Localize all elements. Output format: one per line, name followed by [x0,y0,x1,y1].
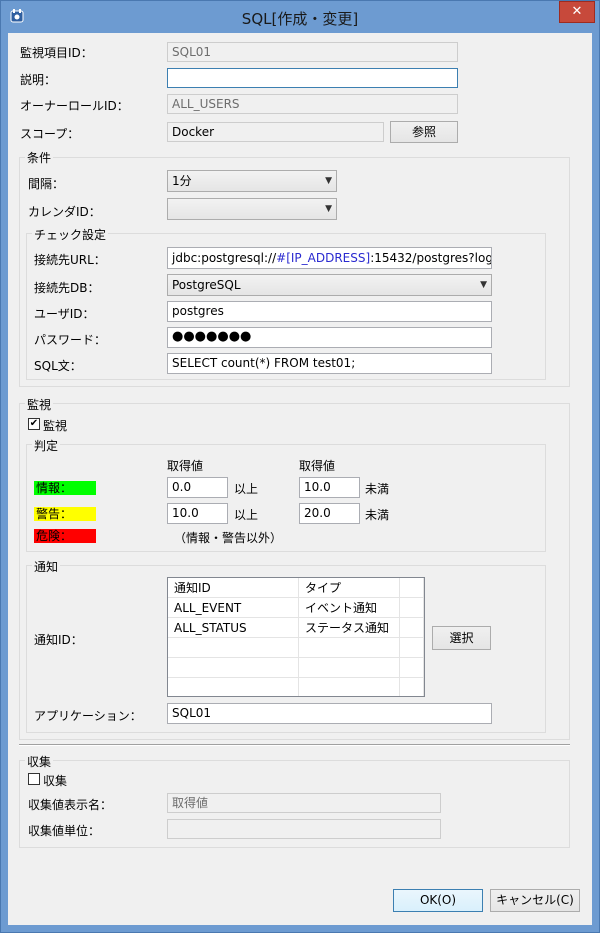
monitor-id-label: 監視項目ID： [20,46,93,60]
collect-display-field: 取得値 [167,793,441,813]
critical-note: （情報・警告以外） [174,531,283,545]
user-label: ユーザID： [34,307,95,321]
application-field[interactable]: SQL01 [167,703,492,724]
collect-checkbox[interactable] [28,773,40,785]
collect-checkbox-label: 収集 [43,774,68,788]
db-value: PostgreSQL [172,278,241,292]
window-title: SQL[作成・変更] [241,10,359,28]
monitor-id-field: SQL01 [167,42,458,62]
user-field[interactable]: postgres [167,301,492,322]
column-header-filler [399,578,424,598]
warn-to-field[interactable]: 20.0 [299,503,360,524]
collect-unit-label: 収集値単位： [28,824,101,838]
calendar-label: カレンダID： [28,205,101,219]
warn-from-field[interactable]: 10.0 [167,503,228,524]
interval-select[interactable]: 1分 ▼ [167,170,337,192]
condition-title: 条件 [25,149,54,166]
table-row[interactable]: ALL_EVENT イベント通知 [168,597,424,618]
info-label: 情報： [34,481,96,495]
table-header-row: 通知ID タイプ [168,578,424,598]
info-above-label: 以上 [234,482,259,496]
scope-browse-button[interactable]: 参照 [390,121,458,143]
info-to-field[interactable]: 10.0 [299,477,360,498]
judge-title: 判定 [32,437,61,454]
monitor-checkbox-label: 監視 [43,419,68,433]
chevron-down-icon: ▼ [480,280,487,290]
title-bar[interactable]: SQL[作成・変更] ✕ [1,1,599,33]
notify-type-cell: イベント通知 [298,597,400,618]
info-below-label: 未満 [365,482,390,496]
calendar-select[interactable]: ▼ [167,198,337,220]
dialog-body: 監視項目ID： SQL01 説明： オーナーロールID： ALL_USERS ス… [8,33,592,925]
owner-role-field: ALL_USERS [167,94,458,114]
description-label: 説明： [20,73,57,87]
info-from-field[interactable]: 0.0 [167,477,228,498]
db-select[interactable]: PostgreSQL ▼ [167,274,492,296]
interval-label: 間隔： [28,177,65,191]
notify-type-cell: ステータス通知 [298,617,400,638]
column-header-notify-id[interactable]: 通知ID [168,578,299,598]
chevron-down-icon: ▼ [325,204,332,214]
check-icon: ✔ [29,418,39,429]
chevron-down-icon: ▼ [325,176,332,186]
warn-above-label: 以上 [234,508,259,522]
application-label: アプリケーション： [34,709,142,723]
notify-table-container[interactable]: 通知ID タイプ ALL_EVENT イベント通知 ALL_STATUS ステー… [167,577,425,697]
scope-field: Docker [167,122,384,142]
notify-table: 通知ID タイプ ALL_EVENT イベント通知 ALL_STATUS ステー… [168,578,424,696]
warn-label: 警告： [34,507,96,521]
check-settings-title: チェック設定 [32,226,109,243]
value-header-to: 取得値 [299,459,336,473]
judge-group [26,444,546,552]
divider [19,744,570,746]
password-field[interactable]: ●●●●●●● [167,327,492,348]
table-row-empty [168,637,424,658]
interval-value: 1分 [172,174,192,188]
url-address-variable: #[IP_ADDRESS] [276,251,371,265]
collect-title: 収集 [25,753,54,770]
notify-id-label: 通知ID： [34,633,83,647]
close-icon[interactable]: ✕ [559,1,595,23]
table-row[interactable]: ALL_STATUS ステータス通知 [168,617,424,638]
description-field[interactable] [167,68,458,88]
sql-label: SQL文： [34,359,82,373]
ok-button[interactable]: OK(O) [393,889,483,912]
url-prefix: jdbc:postgresql:// [172,251,277,265]
table-row-empty [168,677,424,696]
owner-role-label: オーナーロールID： [20,99,129,113]
cancel-button[interactable]: キャンセル(C) [490,889,580,912]
scope-label: スコープ： [20,127,80,141]
url-label: 接続先URL： [34,253,106,267]
table-row-empty [168,657,424,678]
monitor-title: 監視 [25,396,54,413]
critical-label: 危険： [34,529,96,543]
url-field[interactable]: jdbc:postgresql://#[IP_ADDRESS]:15432/po… [167,247,492,269]
collect-unit-field [167,819,441,839]
password-label: パスワード： [34,333,107,347]
notify-title: 通知 [32,558,61,575]
notify-select-button[interactable]: 選択 [432,626,491,650]
value-header-from: 取得値 [167,459,204,473]
notify-id-cell: ALL_EVENT [168,597,299,618]
column-header-type[interactable]: タイプ [298,578,400,598]
url-suffix: :15432/postgres?log [370,251,492,265]
sql-field[interactable]: SELECT count(*) FROM test01; [167,353,492,374]
monitor-checkbox[interactable]: ✔ [28,418,40,430]
db-label: 接続先DB： [34,281,100,295]
dialog-window: SQL[作成・変更] ✕ 監視項目ID： SQL01 説明： オーナーロールID… [0,0,600,933]
warn-below-label: 未満 [365,508,390,522]
notify-id-cell: ALL_STATUS [168,617,299,638]
collect-display-label: 収集値表示名： [28,798,113,812]
